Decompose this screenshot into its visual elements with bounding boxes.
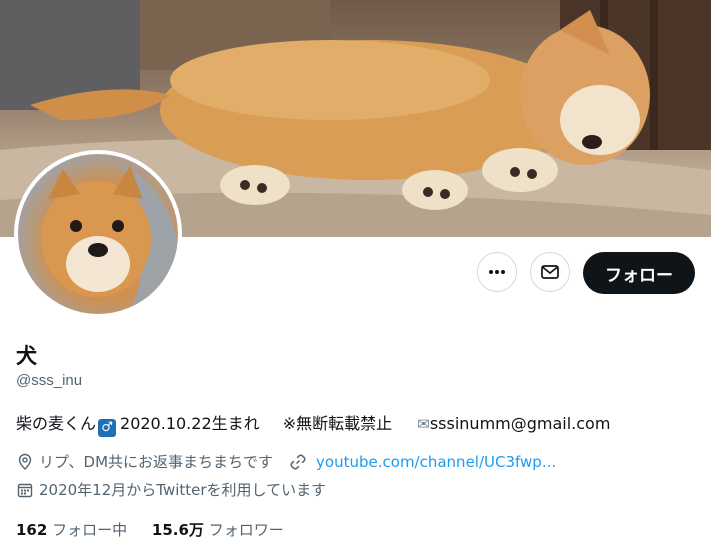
- more-icon: [489, 270, 505, 274]
- website-link-wrapper[interactable]: youtube.com/channel/UC3fwp...: [289, 453, 556, 471]
- bio-prefix: 柴の麦くん: [16, 414, 97, 433]
- avatar-image: [18, 154, 178, 314]
- bio-email: sssinumm@gmail.com: [429, 414, 611, 433]
- joined-date: 2020年12月からTwitterを利用しています: [39, 481, 327, 499]
- bio-birth: 2020.10.22生まれ: [120, 414, 260, 433]
- following-count: 162: [16, 521, 48, 539]
- display-name: 犬: [16, 344, 37, 368]
- followers-stat[interactable]: 15.6万 フォロワー: [152, 521, 284, 539]
- male-sign-icon: ♂: [98, 419, 117, 437]
- profile-meta-row: リプ、DM共にお返事まちまちです youtube.com/channel/UC3…: [16, 451, 556, 472]
- follow-button[interactable]: フォロー: [583, 252, 695, 294]
- message-button[interactable]: [530, 252, 570, 292]
- user-handle: @sss_inu: [16, 372, 83, 389]
- profile-location: リプ、DM共にお返事まちまちです: [39, 453, 274, 471]
- following-stat[interactable]: 162 フォロー中: [16, 521, 132, 539]
- followers-label: フォロワー: [208, 521, 284, 539]
- bio-notice: ※無断転載禁止: [282, 414, 393, 433]
- follow-stats: 162 フォロー中 15.6万 フォロワー: [16, 519, 304, 540]
- calendar-icon: [17, 483, 33, 497]
- profile-bio: 柴の麦くん ♂ 2020.10.22生まれ ※無断転載禁止 ✉sssinumm@gm…: [16, 410, 610, 437]
- profile-joined-row: 2020年12月からTwitterを利用しています: [16, 479, 326, 500]
- envelope-icon: [541, 265, 559, 279]
- link-icon: [290, 453, 306, 470]
- followers-count: 15.6万: [151, 521, 204, 539]
- avatar-dog-face: [41, 164, 178, 314]
- following-label: フォロー中: [52, 521, 128, 539]
- location-icon: [18, 453, 32, 470]
- profile-avatar[interactable]: [14, 150, 182, 318]
- envelope-emoji-icon: ✉: [417, 415, 430, 433]
- more-options-button[interactable]: [477, 252, 517, 292]
- website-link[interactable]: youtube.com/channel/UC3fwp...: [316, 453, 556, 471]
